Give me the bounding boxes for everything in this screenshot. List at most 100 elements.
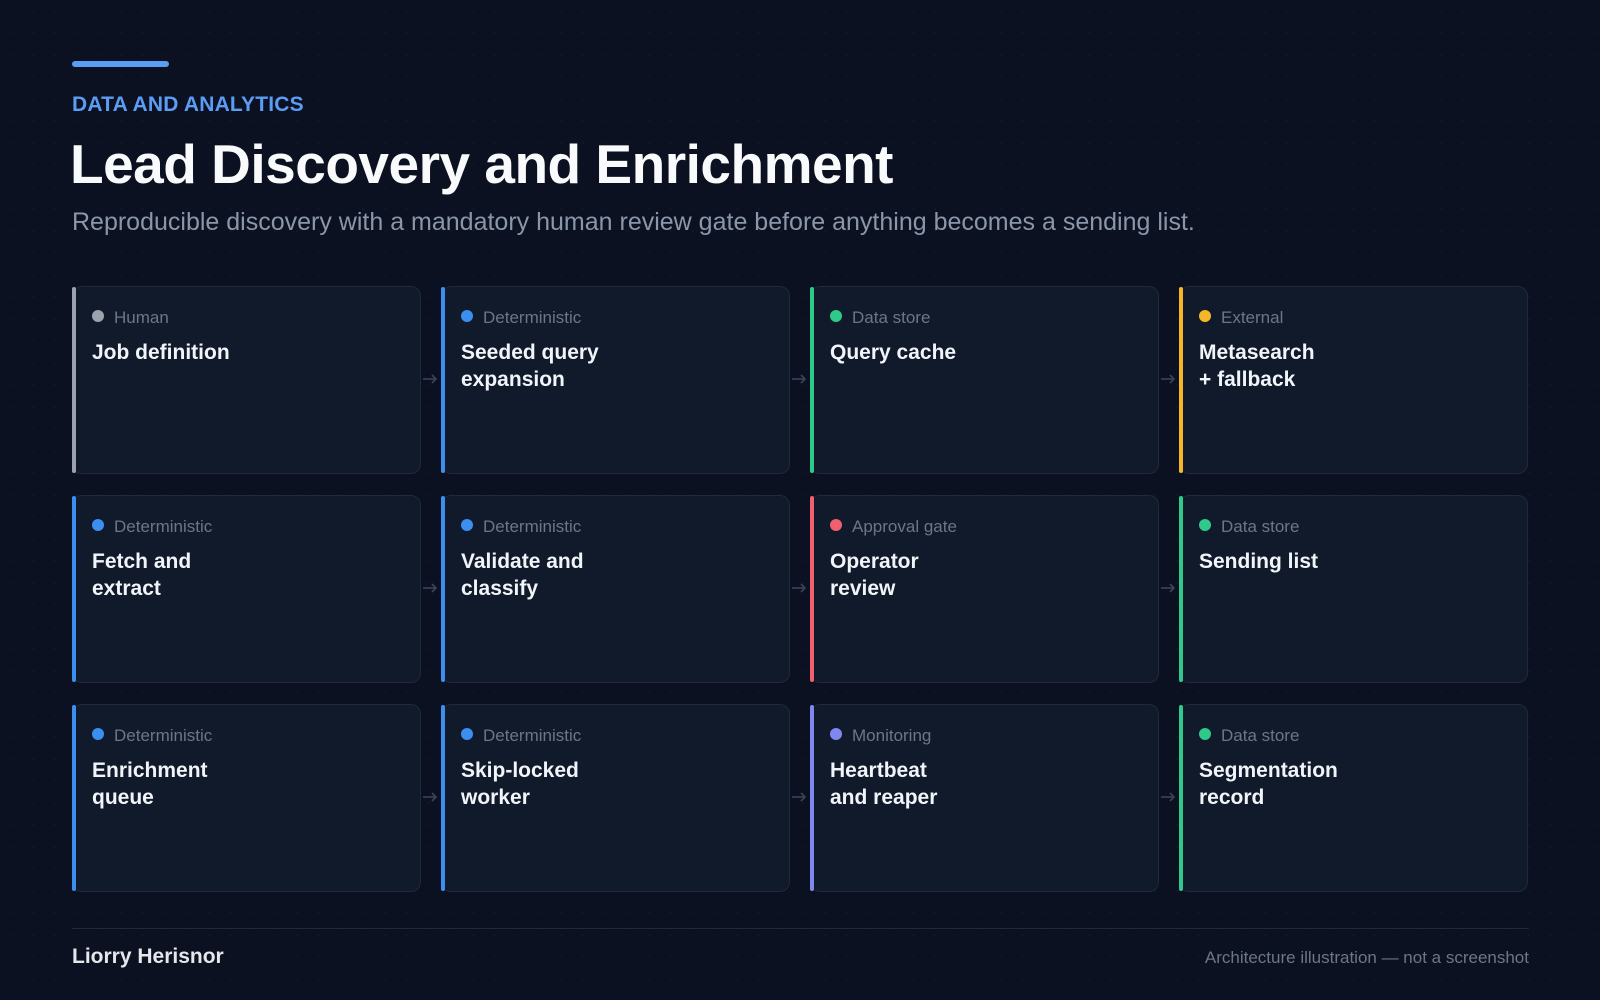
status-dot-icon: [1199, 519, 1211, 531]
status-dot-icon: [461, 519, 473, 531]
card-header: External: [1199, 308, 1283, 328]
footer-note: Architecture illustration — not a screen…: [1204, 948, 1529, 967]
card-title: Seeded query expansion: [461, 339, 661, 393]
arrow-right-icon: [1161, 583, 1176, 593]
status-dot-icon: [461, 310, 473, 322]
arrow-right-icon: [792, 792, 807, 802]
card-header: Deterministic: [461, 726, 581, 746]
card-accent-strip: [810, 496, 814, 682]
card-kind: Deterministic: [114, 517, 213, 536]
arrow-right-icon: [423, 583, 438, 593]
card-kind: Deterministic: [483, 726, 582, 745]
card-accent-strip: [810, 705, 814, 891]
card-kind: External: [1221, 308, 1284, 327]
card-accent-strip: [1179, 496, 1183, 682]
card-title-line: Job definition: [92, 341, 230, 364]
pipeline-card: Deterministic Fetch and extract: [72, 495, 438, 683]
arrow-right-icon: [792, 583, 807, 593]
card-header: Data store: [1199, 726, 1299, 746]
card-accent-strip: [810, 287, 814, 473]
author-name: Liorry Herisnor: [72, 945, 224, 968]
card-accent-strip: [72, 287, 76, 473]
card-header: Monitoring: [830, 726, 931, 746]
card-header: Approval gate: [830, 517, 957, 537]
card-title-line: Enrichment: [92, 759, 208, 782]
pipeline-card: Data store Segmentation record: [1179, 704, 1528, 892]
pipeline-card: Deterministic Enrichment queue: [72, 704, 438, 892]
card-title-line: Heartbeat: [830, 759, 927, 782]
card-header: Human: [92, 308, 169, 328]
status-dot-icon: [92, 728, 104, 740]
card-header: Deterministic: [92, 726, 212, 746]
card-title: Validate and classify: [461, 548, 661, 602]
card-kind: Deterministic: [114, 726, 213, 745]
card-header: Deterministic: [461, 308, 581, 328]
card-title-line: record: [1199, 786, 1265, 809]
card-title: Segmentation record: [1199, 757, 1399, 811]
card-accent-strip: [441, 287, 445, 473]
category-label: DATA AND ANALYTICS: [72, 93, 304, 116]
card-header: Deterministic: [92, 517, 212, 537]
card-title-line: Seeded query: [461, 341, 599, 364]
card-title-line: extract: [92, 577, 161, 600]
arrow-right-icon: [1161, 374, 1176, 384]
pipeline-card: Data store Query cache: [810, 286, 1176, 474]
pipeline-card: External Metasearch + fallback: [1179, 286, 1528, 474]
card-kind: Data store: [852, 308, 931, 327]
card-accent-strip: [441, 496, 445, 682]
card-title: Query cache: [830, 339, 1030, 366]
card-title-line: Sending list: [1199, 550, 1319, 573]
card-title-line: Fetch and: [92, 550, 192, 573]
card-title: Job definition: [92, 339, 292, 366]
pipeline-card: Monitoring Heartbeat and reaper: [810, 704, 1176, 892]
card-title-line: Operator: [830, 550, 919, 573]
card-title: Fetch and extract: [92, 548, 292, 602]
card-header: Data store: [830, 308, 930, 328]
card-title: Heartbeat and reaper: [830, 757, 1030, 811]
status-dot-icon: [92, 519, 104, 531]
status-dot-icon: [1199, 310, 1211, 322]
pipeline-card: Deterministic Validate and classify: [441, 495, 807, 683]
card-title-line: review: [830, 577, 896, 600]
card-accent-strip: [441, 705, 445, 891]
card-title-line: queue: [92, 786, 154, 809]
diagram-page: DATA AND ANALYTICS Lead Discovery and En…: [0, 0, 1600, 1000]
status-dot-icon: [830, 310, 842, 322]
status-dot-icon: [1199, 728, 1211, 740]
card-kind: Human: [114, 308, 169, 327]
card-title: Sending list: [1199, 548, 1399, 575]
accent-bar: [72, 61, 169, 67]
status-dot-icon: [830, 519, 842, 531]
arrow-right-icon: [1161, 792, 1176, 802]
card-header: Data store: [1199, 517, 1299, 537]
card-title: Metasearch + fallback: [1199, 339, 1399, 393]
card-title: Operator review: [830, 548, 1030, 602]
card-kind: Deterministic: [483, 517, 582, 536]
arrow-right-icon: [792, 374, 807, 384]
card-kind: Deterministic: [483, 308, 582, 327]
card-title-line: expansion: [461, 368, 565, 391]
card-title-line: and reaper: [830, 786, 938, 809]
card-title-line: Skip-locked: [461, 759, 579, 782]
pipeline-card: Data store Sending list: [1179, 495, 1528, 683]
card-title-line: + fallback: [1199, 368, 1296, 391]
status-dot-icon: [830, 728, 842, 740]
pipeline-card: Deterministic Skip-locked worker: [441, 704, 807, 892]
pipeline-card: Deterministic Seeded query expansion: [441, 286, 807, 474]
pipeline-card: Approval gate Operator review: [810, 495, 1176, 683]
card-title-line: classify: [461, 577, 539, 600]
pipeline-card: Human Job definition: [72, 286, 438, 474]
card-title-line: Query cache: [830, 341, 957, 364]
page-title: Lead Discovery and Enrichment: [70, 133, 894, 195]
card-title-line: Metasearch: [1199, 341, 1315, 364]
arrow-right-icon: [423, 792, 438, 802]
card-kind: Monitoring: [852, 726, 932, 745]
card-title-line: Segmentation: [1199, 759, 1338, 782]
card-title: Enrichment queue: [92, 757, 292, 811]
pipeline-grid: Human Job definition Deterministic Seeded q…: [72, 286, 1529, 892]
card-title-line: worker: [461, 786, 530, 809]
card-kind: Data store: [1221, 726, 1300, 745]
card-accent-strip: [1179, 287, 1183, 473]
card-kind: Data store: [1221, 517, 1300, 536]
arrow-right-icon: [423, 374, 438, 384]
